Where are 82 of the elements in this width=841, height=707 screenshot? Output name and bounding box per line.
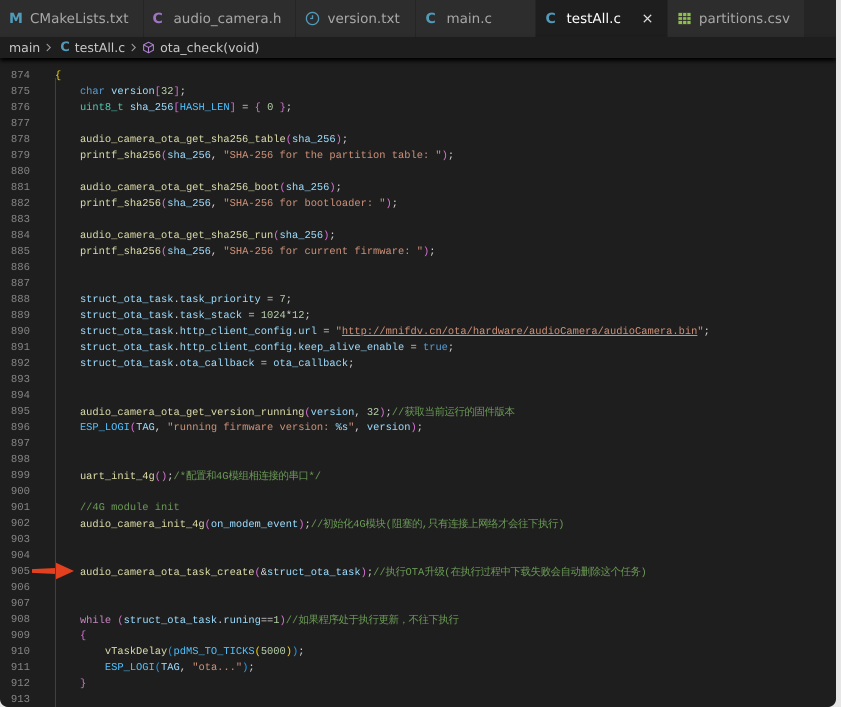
- code-line: uart_init_4g();/*配置和4G模组相连接的串口*/: [78, 469, 321, 483]
- code-line: printf_sha256(sha_256, "SHA-256 for current firmware: ");: [78, 246, 436, 258]
- code-line: audio_camera_ota_get_sha256_table(sha_256);: [78, 134, 348, 146]
- editor-tab[interactable]: C audio_camera.h: [144, 0, 296, 37]
- line-number: 905: [10, 566, 30, 578]
- file-type-icon: C: [545, 10, 560, 26]
- line-number: 911: [10, 662, 30, 674]
- line-number: 912: [10, 678, 30, 690]
- line-number: 891: [10, 342, 30, 354]
- code-line: struct_ota_task.task_stack = 1024*12;: [78, 310, 311, 322]
- file-type-icon: M: [9, 10, 23, 26]
- code-line: audio_camera_ota_task_create(&struct_ota_task);//执行OTA升级(在执行过程中下载失败会自动删除这个任务): [78, 565, 647, 579]
- close-icon[interactable]: [642, 13, 653, 24]
- editor-tab[interactable]: C main.c: [416, 0, 536, 37]
- breadcrumb-item[interactable]: main: [9, 40, 40, 55]
- code-line: audio_camera_init_4g(on_modem_event);//初始化4G模块(阻塞的,只有连接上网络才会往下执行): [78, 517, 564, 531]
- code-line: struct_ota_task.http_client_config.url = "http://mnifdv.cn/ota/hardware/audioCamera/audioCamera.bin";: [78, 326, 710, 338]
- code-line: while (struct_ota_task.runing==1)//如果程序处于执行更新，不往下执行: [78, 613, 458, 627]
- line-number: 886: [10, 262, 30, 274]
- line-number: 883: [10, 214, 30, 226]
- line-number: 876: [10, 102, 30, 114]
- breadcrumb-item[interactable]: ota_check(void): [160, 40, 260, 55]
- code-line: }: [78, 678, 86, 690]
- line-number: 884: [10, 230, 30, 242]
- line-number: 896: [10, 422, 30, 434]
- editor-tab[interactable]: M CMakeLists.txt: [0, 0, 144, 37]
- line-number: 895: [10, 406, 30, 418]
- line-number: 897: [10, 438, 30, 450]
- line-number: 879: [10, 150, 30, 162]
- line-number: 889: [10, 310, 30, 322]
- file-type-icon: C: [152, 10, 166, 26]
- line-number: 898: [10, 454, 30, 466]
- code-line: {: [78, 630, 86, 642]
- editor-tab[interactable]: C testAll.c: [536, 0, 668, 37]
- code-line: struct_ota_task.ota_callback = ota_callback;: [78, 358, 354, 370]
- line-number: 890: [10, 326, 30, 338]
- line-number: 892: [10, 358, 30, 370]
- code-line: struct_ota_task.http_client_config.keep_alive_enable = true;: [78, 342, 454, 354]
- line-number: 906: [10, 582, 30, 594]
- line-number: 894: [10, 390, 30, 402]
- line-number: 909: [10, 630, 30, 642]
- line-number: 900: [10, 486, 30, 498]
- line-number: 903: [10, 534, 30, 546]
- file-type-icon: C: [425, 10, 440, 26]
- code-line: //4G module init: [78, 502, 180, 514]
- chevron-icon: [45, 42, 52, 53]
- code-line: printf_sha256(sha_256, "SHA-256 for the partition table: ");: [78, 150, 454, 162]
- breadcrumb-item[interactable]: testAll.c: [74, 40, 126, 55]
- line-number: 908: [10, 614, 30, 626]
- line-number: 904: [10, 550, 30, 562]
- line-number: 902: [10, 518, 30, 530]
- line-number: 907: [10, 598, 30, 610]
- line-number: 901: [10, 502, 30, 514]
- line-number: 877: [10, 118, 30, 130]
- line-number: 910: [10, 646, 30, 658]
- line-number: 874: [10, 70, 30, 82]
- line-number: 882: [10, 198, 30, 210]
- editor-tab[interactable]: partitions.csv: [668, 0, 805, 37]
- line-number: 881: [10, 182, 30, 194]
- line-number: 875: [10, 86, 30, 98]
- line-number: 887: [10, 278, 30, 290]
- line-number: 885: [10, 246, 30, 258]
- code-line: printf_sha256(sha_256, "SHA-256 for bootloader: ");: [78, 198, 398, 210]
- code-line: {: [55, 70, 62, 82]
- line-number: 878: [10, 134, 30, 146]
- chevron-icon: [130, 42, 138, 53]
- line-number: 888: [10, 294, 30, 306]
- code-line: vTaskDelay(pdMS_TO_TICKS(5000));: [104, 646, 305, 658]
- line-number: 893: [10, 374, 30, 386]
- code-line: ESP_LOGI(TAG, "ota...");: [104, 662, 255, 674]
- editor-tab[interactable]: version.txt: [296, 0, 416, 37]
- code-line: audio_camera_ota_get_version_running(version, 32);//获取当前运行的固件版本: [78, 405, 514, 419]
- line-number: 899: [10, 470, 30, 482]
- code-line: ESP_LOGI(TAG, "running firmware version: %s", version);: [78, 422, 424, 434]
- code-line: struct_ota_task.task_priority = 7;: [78, 294, 292, 306]
- line-number: 913: [10, 694, 30, 706]
- code-line: audio_camera_ota_get_sha256_boot(sha_256);: [78, 182, 342, 194]
- file-type-icon: C: [60, 40, 70, 55]
- code-line: uint8_t sha_256[HASH_LEN] = { 0 };: [78, 102, 292, 114]
- code-line: audio_camera_ota_get_sha256_run(sha_256);: [78, 230, 336, 242]
- line-number: 880: [10, 166, 30, 178]
- code-line: char version[32];: [78, 86, 186, 98]
